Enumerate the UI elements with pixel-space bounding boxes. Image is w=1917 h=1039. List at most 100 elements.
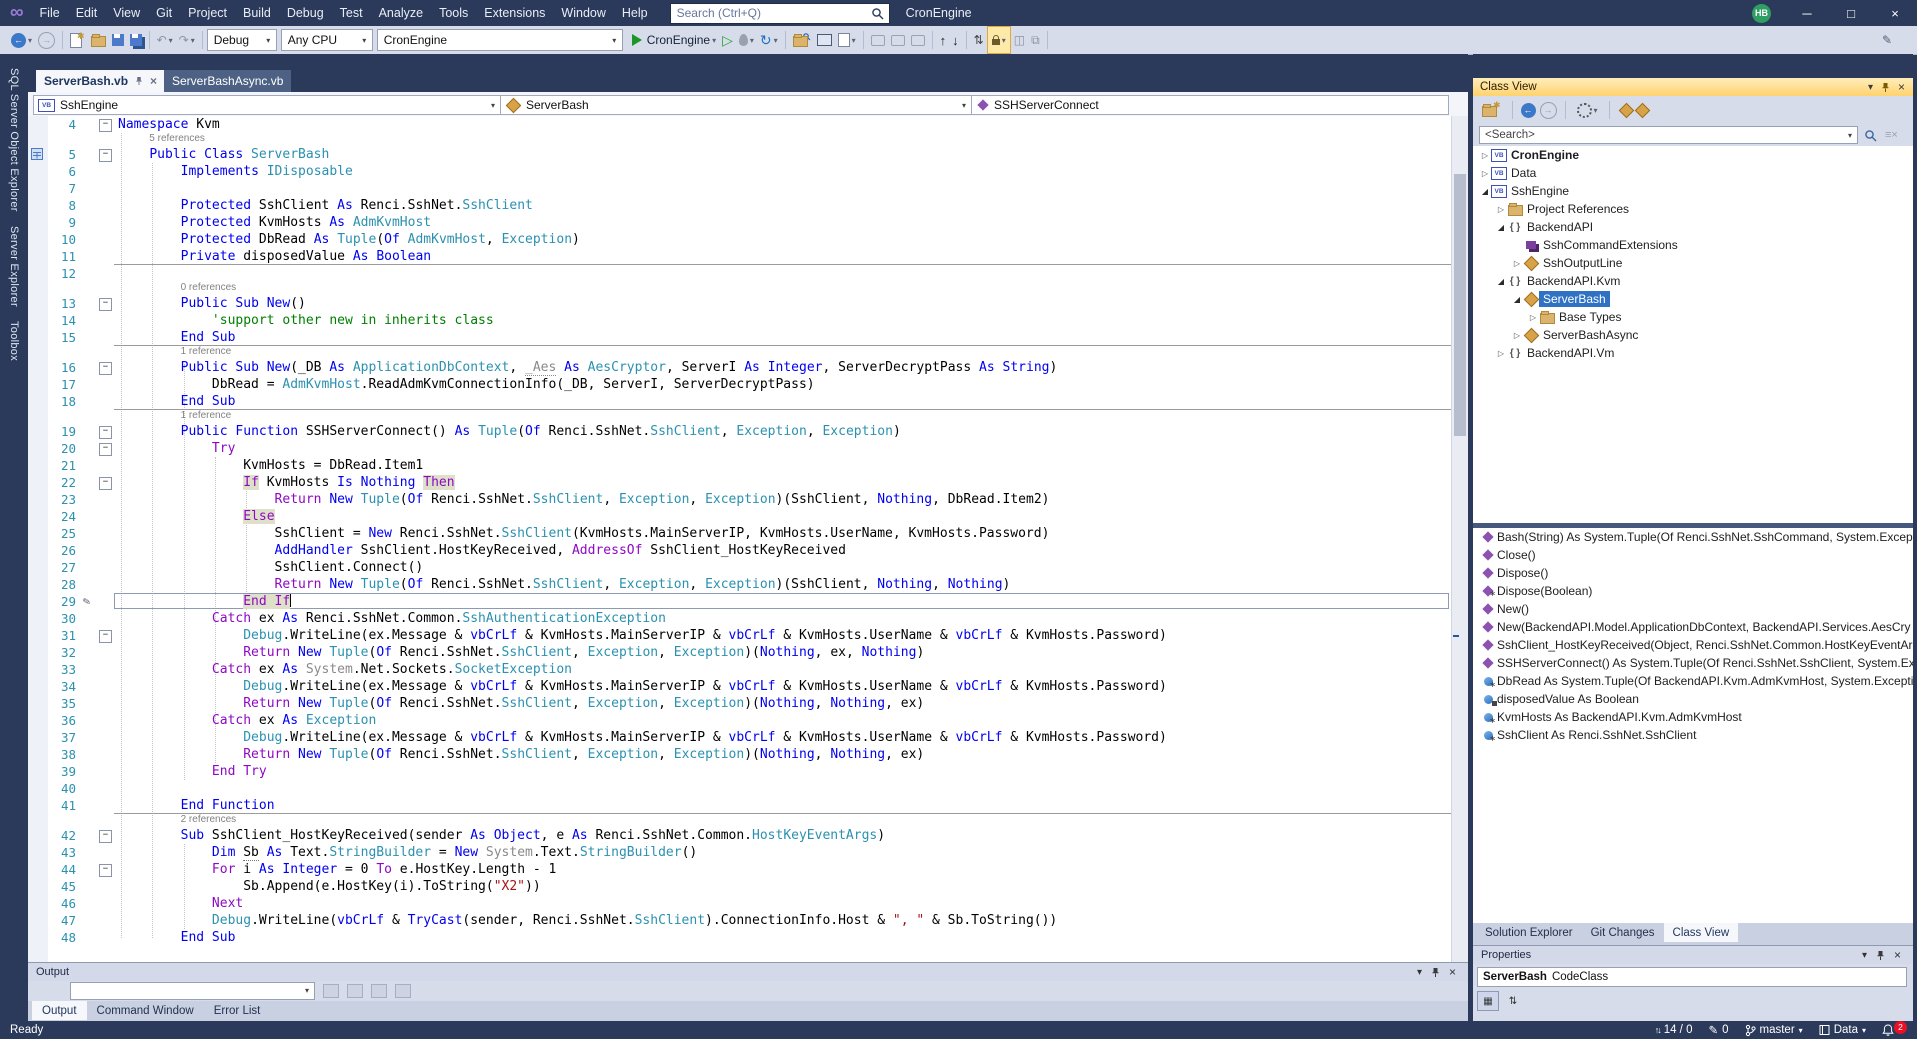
menu-extensions[interactable]: Extensions	[476, 0, 553, 26]
save-all-icon[interactable]	[127, 29, 145, 51]
feedback-icon[interactable]: ✎	[1879, 29, 1895, 51]
resolve-comment-icon[interactable]	[908, 29, 928, 51]
code-line[interactable]: 19 − Public Function SSHServerConnect() A…	[28, 423, 1452, 440]
code-line[interactable]: 12	[28, 265, 1452, 282]
fold-toggle-icon[interactable]: −	[99, 477, 112, 490]
codelens-references[interactable]: 5 references	[149, 133, 205, 145]
maximize-button[interactable]: □	[1829, 0, 1873, 26]
solution-configuration-select[interactable]: Debug ▾	[206, 29, 277, 51]
ide-navigator-icon[interactable]	[814, 29, 835, 51]
find-message-icon[interactable]	[323, 984, 339, 998]
panel-tab-class-view[interactable]: Class View	[1663, 923, 1739, 942]
avatar[interactable]: HB	[1752, 3, 1771, 23]
fold-toggle-icon[interactable]: −	[99, 830, 112, 843]
member-item[interactable]: New(BackendAPI.Model.ApplicationDbContex…	[1473, 618, 1913, 636]
panel-tab-solution-explorer[interactable]: Solution Explorer	[1476, 923, 1582, 942]
code-line[interactable]: 14 'support other new in inherits class	[28, 312, 1452, 329]
classview-header[interactable]: Class View ▾ ×	[1473, 78, 1913, 96]
view-class-diagram-icon[interactable]	[1618, 99, 1651, 121]
code-line[interactable]: 45 Sb.Append(e.HostKey(i).ToString("X2")…	[28, 878, 1452, 895]
codelens-row[interactable]: 5 references	[28, 133, 1452, 146]
code-line[interactable]: 47 Debug.WriteLine(vbCrLf & TryCast(send…	[28, 912, 1452, 929]
undo-icon[interactable]: ↶ ▾	[154, 29, 176, 51]
properties-header[interactable]: Properties ▾ ×	[1473, 945, 1913, 964]
code-line[interactable]: 22 − If KvmHosts Is Nothing Then	[28, 474, 1452, 491]
member-item[interactable]: Close()	[1473, 546, 1913, 564]
panel-tab-command-window[interactable]: Command Window	[87, 1001, 204, 1020]
code-line[interactable]: 6 Implements IDisposable	[28, 163, 1452, 180]
start-without-debugging-button[interactable]: ▷	[719, 29, 736, 51]
member-item[interactable]: SSHServerConnect() As System.Tuple(Of Re…	[1473, 654, 1913, 672]
code-line[interactable]: 10 Protected DbRead As Tuple(Of AdmKvmHo…	[28, 231, 1452, 248]
member-item[interactable]: ∗ SshClient As Renci.SshNet.SshClient	[1473, 726, 1913, 744]
code-line[interactable]: 7	[28, 180, 1452, 197]
type-dropdown[interactable]: ServerBash ▾	[500, 95, 972, 115]
menu-test[interactable]: Test	[332, 0, 371, 26]
code-line[interactable]: 23 Return New Tuple(Of Renci.SshNet.SshC…	[28, 491, 1452, 508]
code-line[interactable]: 33 Catch ex As System.Net.Sockets.Socket…	[28, 661, 1452, 678]
tree-item[interactable]: ▷ SshOutputLine	[1473, 254, 1913, 272]
output-source-select[interactable]: ▾	[70, 982, 315, 1000]
pin-icon[interactable]	[1881, 82, 1890, 93]
document-tab[interactable]: ServerBash.vb ×	[36, 70, 166, 92]
codelens-references[interactable]: 2 references	[181, 814, 237, 826]
align-icon[interactable]: ⇅	[971, 29, 987, 51]
codelens-row[interactable]: 1 reference	[28, 410, 1452, 423]
new-project-icon[interactable]: ✱	[67, 29, 88, 51]
codelens-references[interactable]: 1 reference	[181, 346, 232, 358]
expander-closed-icon[interactable]: ▷	[1495, 349, 1507, 358]
code-line[interactable]: 24 Else	[28, 508, 1452, 525]
navigate-forward-button[interactable]: →	[35, 29, 58, 51]
tree-item[interactable]: ◢{ } BackendAPI.Kvm	[1473, 272, 1913, 290]
tree-item[interactable]: ▷ VB CronEngine	[1473, 146, 1913, 164]
expander-open-icon[interactable]: ◢	[1511, 295, 1523, 304]
expander-closed-icon[interactable]: ▷	[1495, 205, 1507, 214]
redo-icon[interactable]: ↷ ▾	[176, 29, 198, 51]
code-line[interactable]: 32 Return New Tuple(Of Renci.SshNet.SshC…	[28, 644, 1452, 661]
fold-toggle-icon[interactable]: −	[99, 630, 112, 643]
window-position-icon[interactable]: ▾	[1868, 82, 1873, 93]
repository-select[interactable]: Data ▾	[1819, 1024, 1866, 1036]
fold-toggle-icon[interactable]: −	[99, 864, 112, 877]
menu-view[interactable]: View	[105, 0, 148, 26]
code-line[interactable]: 13 − Public Sub New()	[28, 295, 1452, 312]
code-line[interactable]: 42 − Sub SshClient_HostKeyReceived(sender…	[28, 827, 1452, 844]
expander-closed-icon[interactable]: ▷	[1479, 169, 1491, 178]
code-line[interactable]: 35 Return New Tuple(Of Renci.SshNet.SshC…	[28, 695, 1452, 712]
member-item[interactable]: SshClient_HostKeyReceived(Object, Renci.…	[1473, 636, 1913, 654]
fold-toggle-icon[interactable]: −	[99, 149, 112, 162]
code-line[interactable]: 4 − Namespace Kvm	[28, 116, 1452, 133]
code-line[interactable]: 16 − Public Sub New(_DB As ApplicationDbC…	[28, 359, 1452, 376]
navigate-up-icon[interactable]: ↑	[937, 29, 950, 51]
notifications-bell[interactable]: 2	[1882, 1020, 1907, 1037]
expander-open-icon[interactable]: ◢	[1495, 277, 1507, 286]
start-debugging-button[interactable]: CronEngine ▾	[629, 29, 719, 51]
pin-icon[interactable]	[1876, 950, 1885, 961]
fold-toggle-icon[interactable]: −	[99, 362, 112, 375]
panel-tab-output[interactable]: Output	[32, 1001, 87, 1020]
code-line[interactable]: 48 End Sub	[28, 929, 1452, 946]
sidebar-tab-toolbox[interactable]: Toolbox	[8, 321, 20, 361]
close-icon[interactable]: ×	[150, 74, 157, 88]
tree-item[interactable]: ▷{ } BackendAPI.Vm	[1473, 344, 1913, 362]
toggle-autoscroll-icon[interactable]	[395, 984, 411, 998]
code-line[interactable]: 18 End Sub	[28, 393, 1452, 410]
code-line[interactable]: 17 DbRead = AdmKvmHost.ReadAdmKvmConnect…	[28, 376, 1452, 393]
expander-open-icon[interactable]: ◢	[1479, 187, 1491, 196]
project-dropdown[interactable]: VB SshEngine ▾	[33, 95, 501, 115]
member-item[interactable]: ∗ DbRead As System.Tuple(Of BackendAPI.Kv…	[1473, 672, 1913, 690]
member-item[interactable]: Bash(String) As System.Tuple(Of Renci.Ss…	[1473, 528, 1913, 546]
tree-item[interactable]: ▷ ServerBashAsync	[1473, 326, 1913, 344]
code-line[interactable]: 31 − Debug.WriteLine(ex.Message & vbCrLf …	[28, 627, 1452, 644]
editor-vertical-scrollbar[interactable]	[1451, 116, 1468, 998]
close-icon[interactable]: ×	[1898, 80, 1905, 94]
code-line[interactable]: 36 Catch ex As Exception	[28, 712, 1452, 729]
menu-edit[interactable]: Edit	[68, 0, 106, 26]
codelens-row[interactable]: 0 references	[28, 282, 1452, 295]
fold-toggle-icon[interactable]: −	[99, 298, 112, 311]
find-in-files-icon[interactable]	[790, 29, 814, 51]
code-line[interactable]: 38 Return New Tuple(Of Renci.SshNet.SshC…	[28, 746, 1452, 763]
git-sync-status[interactable]: ↑↓ 14 / 0	[1655, 1024, 1693, 1036]
pin-icon[interactable]	[135, 76, 143, 86]
minimize-button[interactable]: ─	[1785, 0, 1829, 26]
